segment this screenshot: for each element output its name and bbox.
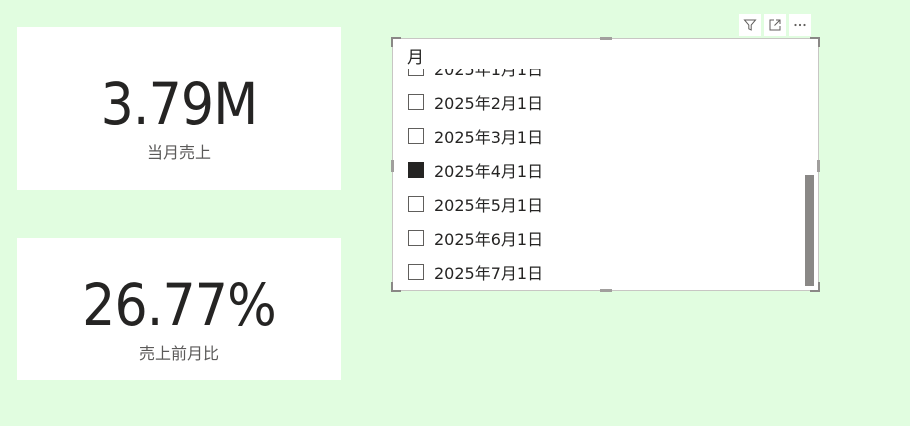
resize-handle-right[interactable] [817,160,820,172]
kpi-label: 当月売上 [146,143,211,162]
slicer-item-2025-06[interactable]: 2025年6月1日 [408,227,543,249]
checkbox[interactable] [408,69,424,76]
filter-icon[interactable] [739,14,761,36]
checkbox[interactable] [408,230,424,246]
slicer-item-label: 2025年7月1日 [434,264,544,283]
checkbox[interactable] [408,196,424,212]
checkbox-checked[interactable] [408,162,424,178]
slicer-item-2025-03[interactable]: 2025年3月1日 [408,125,543,147]
slicer-item-label: 2025年1月1日 [434,69,544,79]
kpi-label: 売上前月比 [138,344,219,363]
focus-mode-icon[interactable] [764,14,786,36]
slicer-item-label: 2025年5月1日 [434,196,544,215]
slicer-item-2025-05[interactable]: 2025年5月1日 [408,193,543,215]
slicer-list: 2025年1月1日 2025年2月1日 2025年3月1日 2025年4月1日 … [393,69,803,287]
slicer-item-2025-01[interactable]: 2025年1月1日 [408,69,543,79]
kpi-card-current-month-sales[interactable]: 3.79M 当月売上 [17,27,341,190]
more-options-icon[interactable] [789,14,811,36]
kpi-value: 3.79M [100,70,259,138]
slicer-scrollbar[interactable] [805,175,814,286]
slicer-item-label: 2025年4月1日 [434,162,544,181]
month-slicer[interactable]: 月 2025年1月1日 2025年2月1日 2025年3月1日 2025年4月1… [391,37,820,292]
slicer-item-2025-02[interactable]: 2025年2月1日 [408,91,543,113]
resize-handle-top-right[interactable] [810,37,820,47]
slicer-item-label: 2025年2月1日 [434,94,544,113]
slicer-item-label: 2025年6月1日 [434,230,544,249]
slicer-item-2025-04[interactable]: 2025年4月1日 [408,159,543,181]
checkbox[interactable] [408,264,424,280]
slicer-title: 月 [407,48,424,68]
kpi-value: 26.77% [82,271,277,339]
resize-handle-bottom[interactable] [600,289,612,292]
slicer-item-2025-07[interactable]: 2025年7月1日 [408,261,543,283]
visual-header [739,14,811,36]
resize-handle-top-left[interactable] [391,37,401,47]
checkbox[interactable] [408,128,424,144]
resize-handle-top[interactable] [600,37,612,40]
checkbox[interactable] [408,94,424,110]
kpi-card-month-over-month[interactable]: 26.77% 売上前月比 [17,238,341,380]
slicer-item-label: 2025年3月1日 [434,128,544,147]
